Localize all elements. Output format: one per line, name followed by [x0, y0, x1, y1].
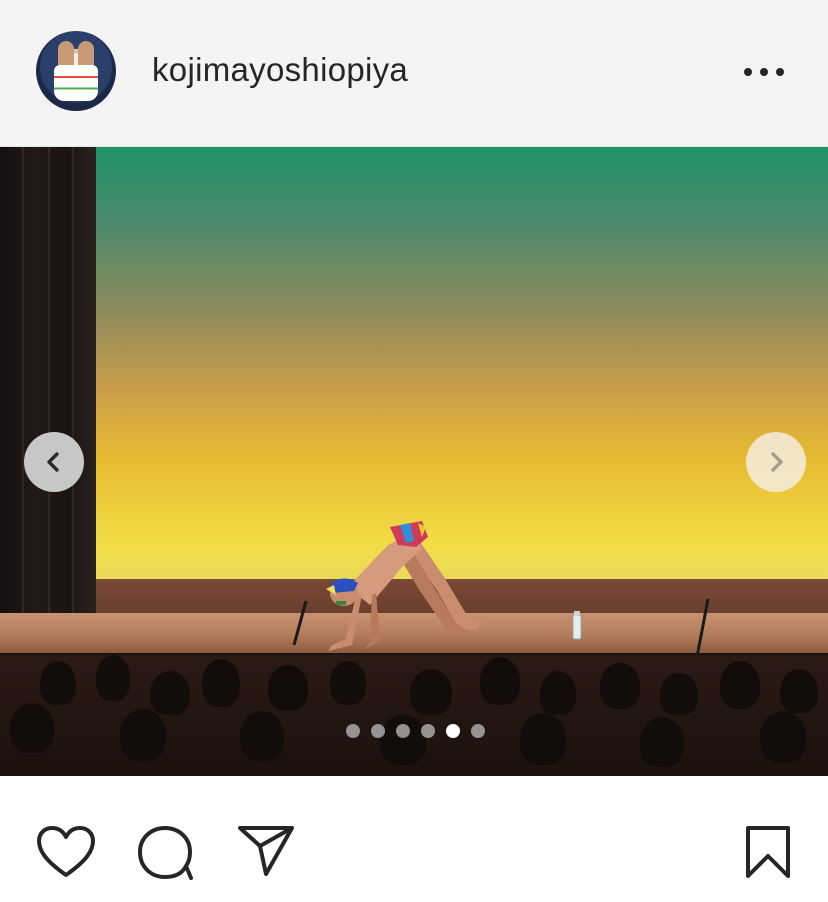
more-options-button[interactable] — [740, 58, 788, 86]
carousel-dot — [421, 724, 435, 738]
bookmark-icon — [746, 826, 790, 878]
avatar-figure-left — [58, 41, 74, 67]
carousel-dot — [346, 724, 360, 738]
avatar[interactable] — [36, 31, 116, 111]
carousel-dot — [446, 724, 460, 738]
performer — [326, 521, 483, 651]
stage-curtain — [0, 147, 96, 617]
carousel-indicator — [346, 724, 485, 738]
chevron-left-icon — [47, 452, 59, 472]
action-bar — [0, 776, 828, 902]
avatar-cake — [54, 65, 98, 101]
heart-icon — [37, 826, 95, 877]
post-media[interactable] — [0, 147, 828, 776]
carousel-dot — [371, 724, 385, 738]
post-header: kojimayoshiopiya — [0, 0, 828, 147]
audience — [0, 655, 828, 776]
chevron-right-icon — [771, 452, 783, 472]
save-button[interactable] — [742, 824, 794, 880]
more-options-icon — [744, 68, 784, 76]
carousel-dot — [396, 724, 410, 738]
carousel-dot — [471, 724, 485, 738]
carousel-prev-button[interactable] — [24, 432, 84, 492]
carousel-next-button[interactable] — [746, 432, 806, 492]
comment-icon — [138, 826, 193, 880]
share-button[interactable] — [236, 824, 296, 878]
avatar-figure-right — [78, 41, 94, 67]
send-icon — [238, 826, 294, 876]
comment-button[interactable] — [136, 824, 196, 882]
username-link[interactable]: kojimayoshiopiya — [152, 50, 408, 90]
instagram-post: kojimayoshiopiya — [0, 0, 828, 902]
like-button[interactable] — [36, 825, 96, 879]
